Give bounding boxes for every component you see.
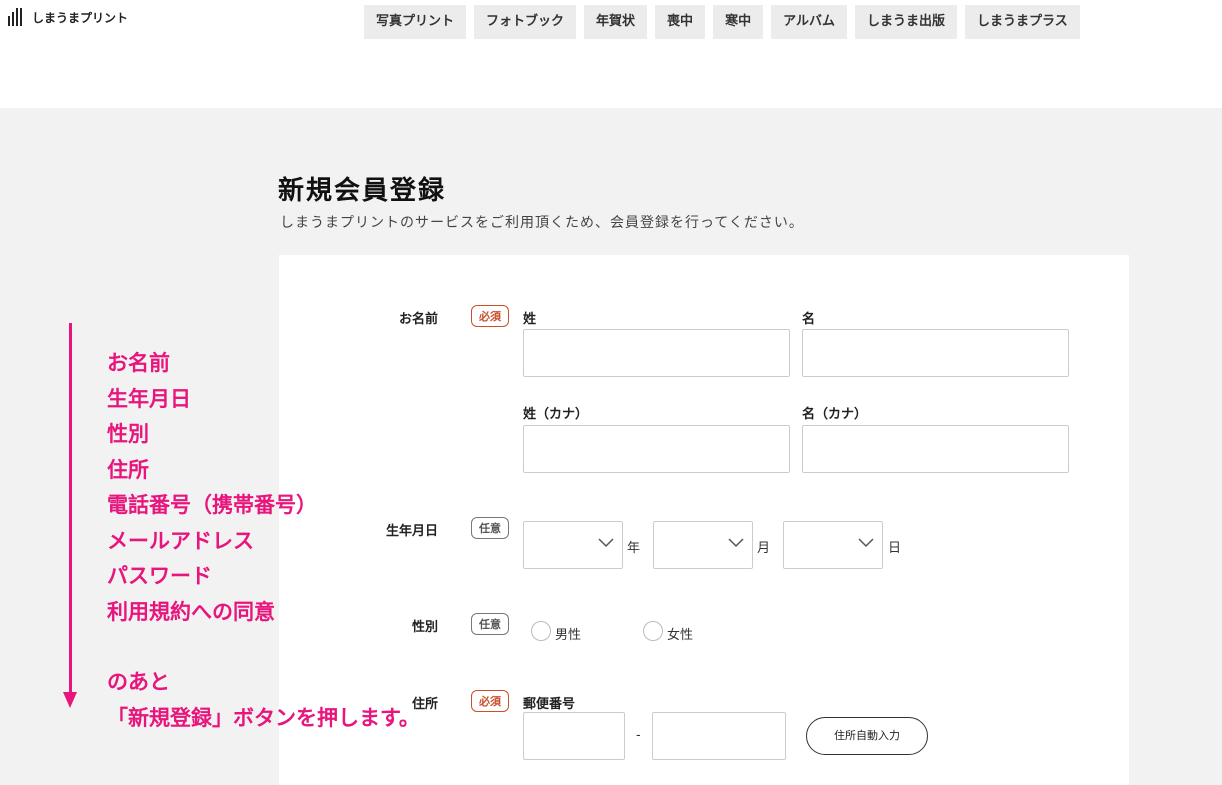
- nav-photobook[interactable]: フォトブック: [474, 5, 577, 39]
- nav-nengajo[interactable]: 年賀状: [584, 5, 648, 39]
- main-nav: 写真プリント フォトブック 年賀状 喪中 寒中 アルバム しまうま出版 しまうま…: [364, 5, 1080, 39]
- nav-kanchu[interactable]: 寒中: [713, 5, 764, 39]
- nav-album[interactable]: アルバム: [771, 5, 847, 39]
- chevron-down-icon: [858, 538, 874, 548]
- optional-badge: 任意: [471, 613, 509, 635]
- optional-badge: 任意: [471, 517, 509, 539]
- postal-code-1-input[interactable]: [523, 712, 625, 760]
- required-badge: 必須: [471, 305, 509, 327]
- chevron-down-icon: [598, 538, 614, 548]
- postal-code-2-input[interactable]: [652, 712, 786, 760]
- mei-kana-label: 名（カナ）: [802, 407, 868, 422]
- auto-address-button[interactable]: 住所自動入力: [806, 717, 928, 755]
- nav-publishing[interactable]: しまうま出版: [854, 5, 957, 39]
- sei-input[interactable]: [523, 329, 790, 377]
- annotation-line: メールアドレス: [107, 528, 254, 553]
- annotation-arrow-head: [63, 692, 77, 708]
- top-bar: しまうまプリント 写真プリント フォトブック 年賀状 喪中 寒中 アルバム しま…: [0, 0, 1222, 40]
- required-badge: 必須: [471, 690, 509, 712]
- birth-year-select[interactable]: [523, 521, 623, 569]
- female-label[interactable]: 女性: [667, 624, 693, 643]
- sei-kana-input[interactable]: [523, 425, 790, 473]
- male-label[interactable]: 男性: [555, 624, 581, 643]
- day-unit: 日: [888, 541, 902, 556]
- annotation-line: パスワード: [107, 564, 212, 588]
- header-band: [0, 40, 1222, 108]
- year-unit: 年: [627, 541, 641, 556]
- nav-mochu[interactable]: 喪中: [655, 5, 706, 39]
- annotation-text: お名前 生年月日 性別 住所 電話番号（携帯番号） メールアドレス パスワード …: [107, 346, 420, 736]
- annotation-line: 利用規約への同意: [107, 599, 275, 624]
- logo-icon: [8, 8, 26, 26]
- annotation-arrow-line: [69, 323, 72, 693]
- nav-photo-print[interactable]: 写真プリント: [364, 5, 467, 39]
- sei-label: 姓: [523, 312, 537, 327]
- page-title: 新規会員登録: [278, 176, 447, 206]
- chevron-down-icon: [728, 538, 744, 548]
- birth-month-select[interactable]: [653, 521, 753, 569]
- female-radio[interactable]: [643, 621, 663, 641]
- mei-label: 名: [802, 312, 816, 327]
- annotation-line: お名前: [107, 351, 170, 375]
- postal-code-label: 郵便番号: [523, 697, 576, 712]
- annotation-line: 電話番号（携帯番号）: [107, 493, 317, 517]
- annotation-line: 生年月日: [107, 386, 191, 411]
- logo-text: しまうまプリント: [32, 10, 129, 25]
- page-subtitle: しまうまプリントのサービスをご利用頂くため、会員登録を行ってください。: [280, 215, 804, 231]
- annotation-line: 性別: [107, 422, 149, 446]
- sei-kana-label: 姓（カナ）: [523, 407, 589, 422]
- nav-plus[interactable]: しまうまプラス: [964, 5, 1080, 39]
- annotation-line: 「新規登録」ボタンを押します。: [107, 705, 420, 730]
- postal-dash: -: [636, 728, 641, 743]
- mei-kana-input[interactable]: [802, 425, 1069, 473]
- annotation-line: のあと: [107, 670, 170, 694]
- month-unit: 月: [757, 541, 771, 556]
- annotation-line: 住所: [107, 457, 149, 482]
- mei-input[interactable]: [802, 329, 1069, 377]
- name-label: お名前: [398, 312, 438, 327]
- site-logo[interactable]: しまうまプリント: [8, 8, 128, 26]
- birth-day-select[interactable]: [783, 521, 883, 569]
- male-radio[interactable]: [531, 621, 551, 641]
